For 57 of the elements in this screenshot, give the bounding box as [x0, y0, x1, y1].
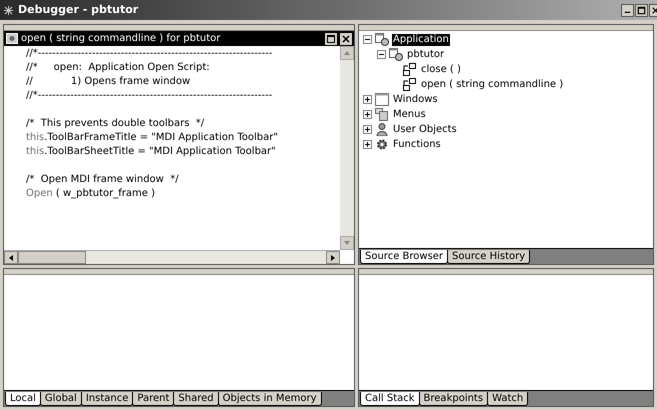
script-title: open ( string commandline ) for pbtutor	[21, 32, 220, 46]
code-line: //*-----------------------------------------------------------------	[26, 47, 272, 61]
script-icon	[6, 33, 18, 44]
user-icon	[375, 123, 389, 136]
pane-grip[interactable]	[4, 269, 354, 275]
tree-item[interactable]: Application	[392, 34, 450, 46]
tree-item[interactable]: pbtutor	[406, 48, 446, 60]
code-line: this.ToolBarSheetTitle = "MDI Application Toolbar"	[26, 145, 276, 159]
tree-item[interactable]: Functions	[392, 138, 442, 150]
event-icon	[403, 78, 417, 91]
tree-item[interactable]: Windows	[392, 94, 439, 106]
tab[interactable]: Global	[40, 392, 82, 406]
code-line: //*-----------------------------------------------------------------	[26, 89, 272, 103]
window-icon	[375, 93, 389, 106]
tree-item[interactable]: User Objects	[392, 124, 458, 136]
tab[interactable]: Source Browser	[360, 250, 448, 264]
tab[interactable]: Objects in Memory	[218, 392, 322, 406]
tab[interactable]: Instance	[80, 392, 134, 406]
code-line: //* open: Application Open Script:	[26, 61, 210, 75]
code-line: // 1) Opens frame window	[26, 75, 190, 89]
expand-toggle[interactable]	[363, 110, 372, 119]
tab[interactable]: Parent	[132, 392, 174, 406]
pane-grip[interactable]	[4, 25, 354, 31]
tab[interactable]: Source History	[447, 250, 530, 264]
tab[interactable]: Breakpoints	[418, 392, 488, 406]
tab[interactable]: Call Stack	[360, 392, 420, 406]
code-line: Open ( w_pbtutor_frame )	[26, 187, 155, 201]
maximize-icon[interactable]	[635, 4, 648, 16]
code-line: this.ToolBarFrameTitle = "MDI Application Toolbar"	[26, 131, 278, 145]
gear-icon	[375, 138, 389, 151]
expand-toggle[interactable]	[363, 95, 372, 104]
collapse-toggle[interactable]	[363, 35, 372, 44]
menu-icon	[375, 108, 389, 121]
code-line: /* This prevents double toolbars */	[26, 117, 204, 131]
tree-item[interactable]: open ( string commandline )	[420, 78, 564, 90]
tab[interactable]: Shared	[173, 392, 219, 406]
minimize-icon[interactable]	[621, 4, 634, 16]
pane-grip[interactable]	[359, 25, 653, 31]
left-arrow-icon[interactable]	[9, 254, 13, 260]
collapse-toggle[interactable]	[377, 50, 386, 59]
close-icon[interactable]	[340, 32, 352, 44]
horizontal-scrollbar[interactable]	[4, 250, 340, 264]
window-title: Debugger - pbtutor	[18, 2, 138, 18]
maximize-icon[interactable]	[325, 32, 337, 44]
tree-item[interactable]: close ( )	[420, 64, 462, 76]
tree-item[interactable]: Menus	[392, 108, 427, 120]
expand-toggle[interactable]	[363, 125, 372, 134]
event-icon	[403, 63, 417, 76]
tab[interactable]: Local	[5, 392, 41, 406]
application-icon	[375, 33, 389, 46]
pane-grip[interactable]	[359, 269, 653, 275]
expand-toggle[interactable]	[363, 140, 372, 149]
right-arrow-icon[interactable]	[331, 254, 335, 260]
tab[interactable]: Watch	[487, 392, 528, 406]
code-line: /* Open MDI frame window */	[26, 173, 179, 187]
bug-icon	[3, 4, 14, 16]
application-icon	[389, 48, 403, 61]
